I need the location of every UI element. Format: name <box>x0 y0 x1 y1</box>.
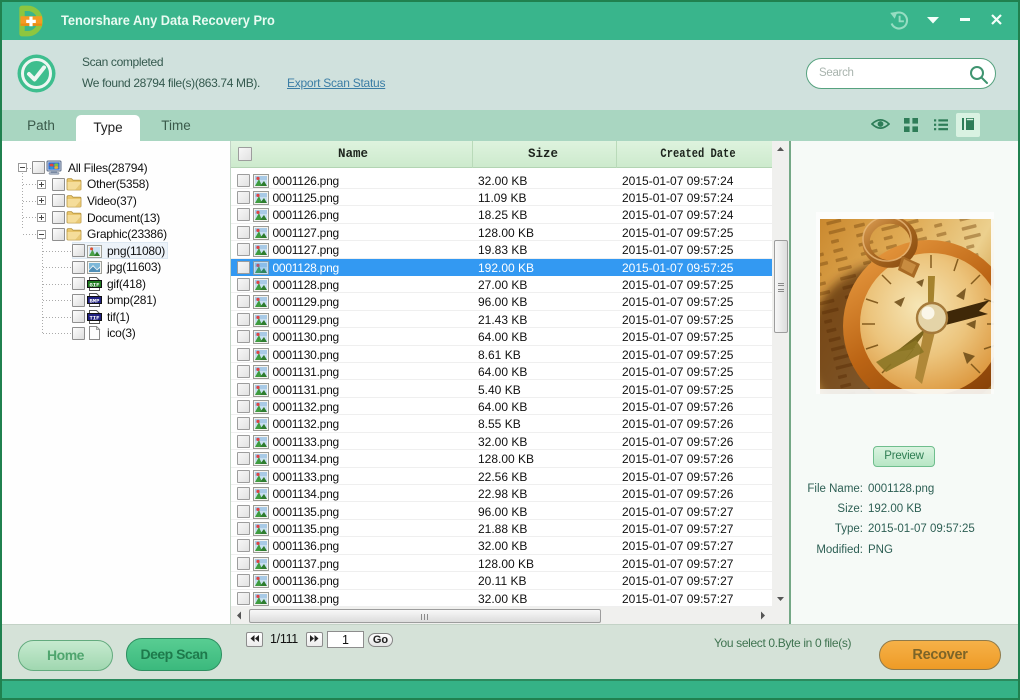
svg-text:BMP: BMP <box>89 297 100 304</box>
svg-text:TIF: TIF <box>89 314 100 321</box>
svg-text:GIF: GIF <box>89 281 100 288</box>
